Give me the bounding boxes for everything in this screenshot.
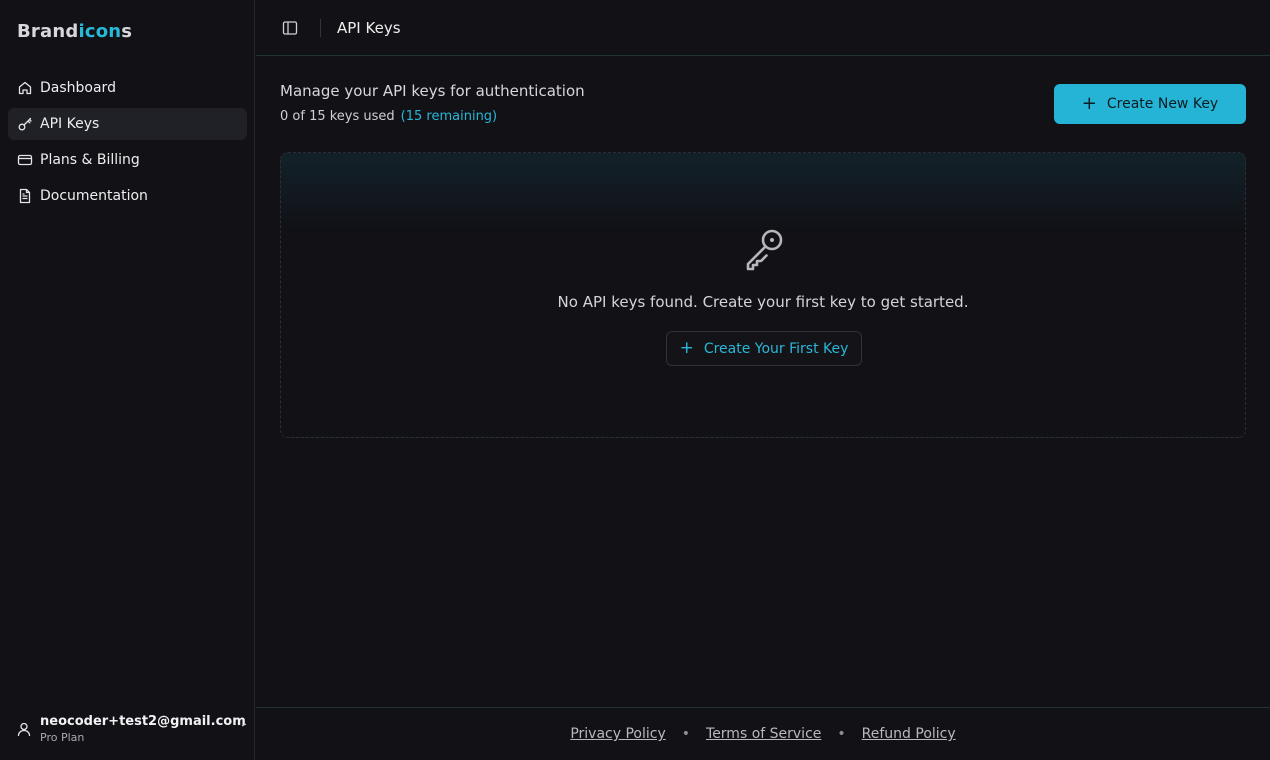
- refund-policy-link[interactable]: Refund Policy: [862, 726, 956, 742]
- sidebar-toggle-icon[interactable]: [282, 20, 298, 36]
- sidebar-item-api-keys[interactable]: API Keys: [8, 108, 247, 140]
- privacy-policy-link[interactable]: Privacy Policy: [570, 726, 665, 742]
- brand-text-accent: icon: [78, 21, 122, 42]
- api-keys-header: Manage your API keys for authentication …: [280, 82, 585, 124]
- remaining-count: (15 remaining): [400, 109, 498, 124]
- sidebar-item-label: Plans & Billing: [40, 152, 140, 168]
- user-plan: Pro Plan: [40, 731, 85, 744]
- sidebar-item-label: Dashboard: [40, 80, 116, 96]
- plus-icon: +: [679, 338, 694, 358]
- sidebar-item-dashboard[interactable]: Dashboard: [8, 72, 247, 104]
- sidebar: Brandicons Dashboard API Keys Plans & Bi…: [0, 0, 255, 760]
- chevron-icon: [241, 723, 247, 727]
- footer-separator: •: [681, 726, 691, 742]
- credit-card-icon: [17, 152, 33, 168]
- empty-state-message: No API keys found. Create your first key…: [557, 293, 969, 311]
- sidebar-item-label: API Keys: [40, 116, 100, 132]
- plus-icon: +: [1081, 93, 1097, 114]
- empty-state: No API keys found. Create your first key…: [280, 152, 1246, 438]
- footer: Privacy Policy • Terms of Service • Refu…: [256, 707, 1270, 760]
- usage-count: 0 of 15 keys used: [280, 109, 395, 124]
- sidebar-nav: Dashboard API Keys Plans & Billing Docum…: [8, 72, 247, 216]
- page-title: API Keys: [337, 18, 401, 37]
- sidebar-item-documentation[interactable]: Documentation: [8, 180, 247, 212]
- sidebar-item-plans-billing[interactable]: Plans & Billing: [8, 144, 247, 176]
- terms-of-service-link[interactable]: Terms of Service: [706, 726, 821, 742]
- sidebar-item-label: Documentation: [40, 188, 148, 204]
- usage-info: 0 of 15 keys used (15 remaining): [280, 109, 585, 124]
- key-icon: [746, 229, 783, 271]
- document-icon: [17, 188, 33, 204]
- user-icon: [16, 721, 32, 737]
- page-description: Manage your API keys for authentication: [280, 82, 585, 100]
- create-first-key-button[interactable]: + Create Your First Key: [666, 331, 862, 366]
- divider: [320, 18, 321, 37]
- brand-text-part1: Brand: [17, 21, 79, 42]
- brand-text-part3: s: [121, 21, 133, 42]
- create-first-key-label: Create Your First Key: [703, 340, 849, 357]
- create-new-key-button[interactable]: + Create New Key: [1054, 84, 1246, 124]
- user-info: neocoder+test2@gmail.com Pro Plan: [40, 714, 246, 744]
- key-icon: [17, 116, 33, 132]
- user-email: neocoder+test2@gmail.com: [40, 714, 246, 729]
- user-menu[interactable]: neocoder+test2@gmail.com Pro Plan: [16, 714, 248, 744]
- brand-logo[interactable]: Brandicons: [17, 21, 132, 42]
- footer-separator: •: [837, 726, 846, 742]
- home-icon: [17, 80, 33, 96]
- top-bar: API Keys: [256, 0, 1270, 56]
- create-new-key-label: Create New Key: [1106, 96, 1219, 112]
